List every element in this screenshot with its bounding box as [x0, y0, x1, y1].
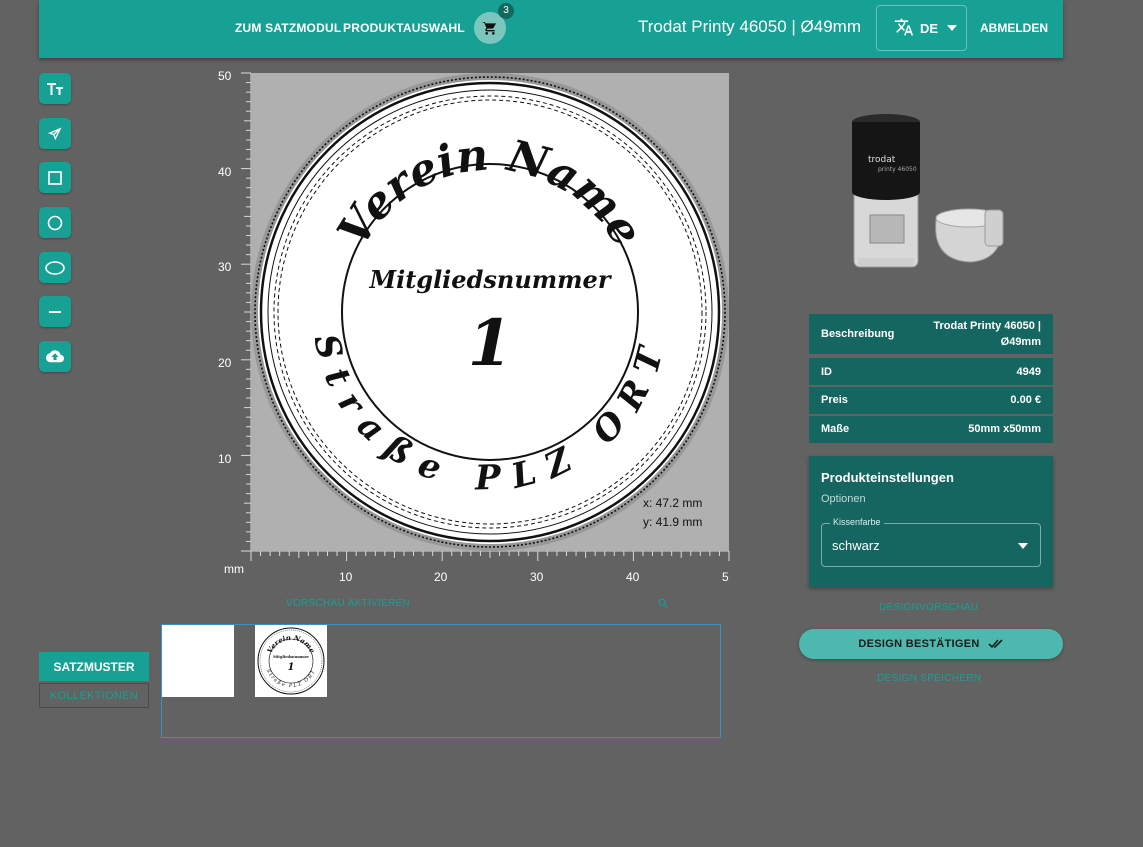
- language-select[interactable]: DE: [876, 5, 967, 51]
- select-label: Kissenfarbe: [830, 517, 884, 527]
- line-icon: [49, 310, 61, 313]
- circle-tool-button[interactable]: [39, 207, 71, 238]
- product-model: printy 46050: [878, 166, 917, 173]
- info-row-id: ID 4949: [809, 358, 1053, 385]
- caret-down-icon: [1018, 543, 1028, 549]
- info-row-preis: Preis 0.00 €: [809, 387, 1053, 414]
- x-tick-label: 40: [626, 570, 640, 584]
- y-tick-label: 10: [218, 452, 232, 466]
- stamp-center-label[interactable]: Mitgliedsnummer: [369, 265, 613, 294]
- select-value: schwarz: [832, 538, 880, 553]
- cart-count-badge: 3: [498, 3, 514, 19]
- x-tick-label: 10: [339, 570, 353, 584]
- info-key: Beschreibung: [821, 328, 895, 340]
- confirm-design-button[interactable]: DESIGN BESTÄTIGEN: [799, 629, 1063, 659]
- logout-button[interactable]: ABMELDEN: [980, 21, 1048, 35]
- x-tick-label: 5: [722, 570, 729, 584]
- info-value: Ø49mm: [1000, 336, 1041, 348]
- tab-kollektionen[interactable]: KOLLEKTIONEN: [39, 683, 149, 708]
- caret-down-icon: [947, 25, 957, 31]
- circle-icon: [47, 215, 63, 230]
- nav-satzmodul-link[interactable]: ZUM SATZMODUL: [235, 21, 341, 35]
- cart-icon: [482, 21, 496, 35]
- svg-text:1: 1: [288, 662, 295, 673]
- design-canvas[interactable]: Verein Name Straße PLZ ORT Mitgliedsnumm…: [251, 73, 729, 551]
- svg-text:Mitgliedsnummer: Mitgliedsnummer: [273, 655, 309, 659]
- stamp-center-number[interactable]: 1: [468, 306, 513, 381]
- cloud-upload-icon: [46, 349, 64, 362]
- ruler-unit-label: mm: [224, 562, 244, 576]
- zoom-icon[interactable]: [657, 597, 670, 610]
- product-image: trodat printy 46050: [852, 114, 1004, 268]
- info-row-beschreibung: Beschreibung Trodat Printy 46050 | Ø49mm: [809, 314, 1053, 354]
- info-value: 50mm x50mm: [968, 423, 1041, 435]
- y-tick-label: 50: [218, 69, 232, 83]
- product-settings-panel: Produkteinstellungen Optionen Kissenfarb…: [809, 456, 1053, 587]
- kissenfarbe-select[interactable]: Kissenfarbe schwarz: [821, 517, 1041, 567]
- info-key: Maße: [821, 423, 850, 435]
- tab-satzmuster[interactable]: SATZMUSTER: [39, 652, 149, 681]
- nav-produktauswahl-link[interactable]: PRODUKTAUSWAHL: [343, 21, 465, 35]
- send-arrow-tool-button[interactable]: [39, 118, 71, 149]
- coord-y-readout: y: 41.9 mm: [643, 515, 703, 529]
- settings-title: Produkteinstellungen: [821, 470, 954, 485]
- line-tool-button[interactable]: [39, 296, 71, 327]
- info-key: Preis: [821, 394, 848, 406]
- square-icon: [48, 170, 62, 185]
- template-gallery: Verein Name Straße PLZ ORT Mitgliedsnumm…: [161, 624, 721, 738]
- y-tick-label: 30: [218, 260, 232, 274]
- translate-icon: [894, 18, 914, 36]
- info-value: 4949: [1016, 366, 1041, 378]
- confirm-label: DESIGN BESTÄTIGEN: [858, 638, 980, 650]
- ellipse-tool-button[interactable]: [39, 252, 71, 283]
- coord-x-readout: x: 47.2 mm: [643, 496, 703, 510]
- send-arrow-icon: [48, 126, 62, 140]
- y-tick-label: 20: [218, 356, 232, 370]
- stamp-design[interactable]: Verein Name Straße PLZ ORT Mitgliedsnumm…: [251, 73, 729, 551]
- text-tool-button[interactable]: [39, 73, 71, 104]
- info-key: ID: [821, 366, 832, 378]
- settings-subtitle: Optionen: [821, 493, 866, 505]
- y-tick-label: 40: [218, 165, 232, 179]
- template-thumb-blank[interactable]: [162, 625, 234, 697]
- x-tick-label: 20: [434, 570, 448, 584]
- text-icon: [47, 82, 63, 95]
- double-check-icon: [988, 639, 1003, 649]
- info-value: Trodat Printy 46050 |: [933, 320, 1041, 332]
- ellipse-icon: [45, 260, 65, 275]
- info-row-masse: Maße 50mm x50mm: [809, 416, 1053, 443]
- design-preview-link[interactable]: DESIGNVORSCHAU: [879, 602, 978, 613]
- info-value: 0.00 €: [1010, 394, 1041, 406]
- save-design-link[interactable]: DESIGN SPEICHERN: [877, 673, 981, 684]
- square-tool-button[interactable]: [39, 162, 71, 193]
- template-thumb-verein[interactable]: Verein Name Straße PLZ ORT Mitgliedsnumm…: [255, 625, 327, 697]
- product-title: Trodat Printy 46050 | Ø49mm: [638, 17, 861, 36]
- language-label: DE: [920, 21, 939, 36]
- preview-toggle-link[interactable]: VORSCHAU AKTIVIEREN: [286, 598, 410, 609]
- product-brand: trodat: [868, 155, 896, 165]
- top-bar: ZUM SATZMODUL PRODUKTAUSWAHL 3 Trodat Pr…: [39, 0, 1063, 58]
- upload-tool-button[interactable]: [39, 341, 71, 372]
- x-tick-label: 30: [530, 570, 544, 584]
